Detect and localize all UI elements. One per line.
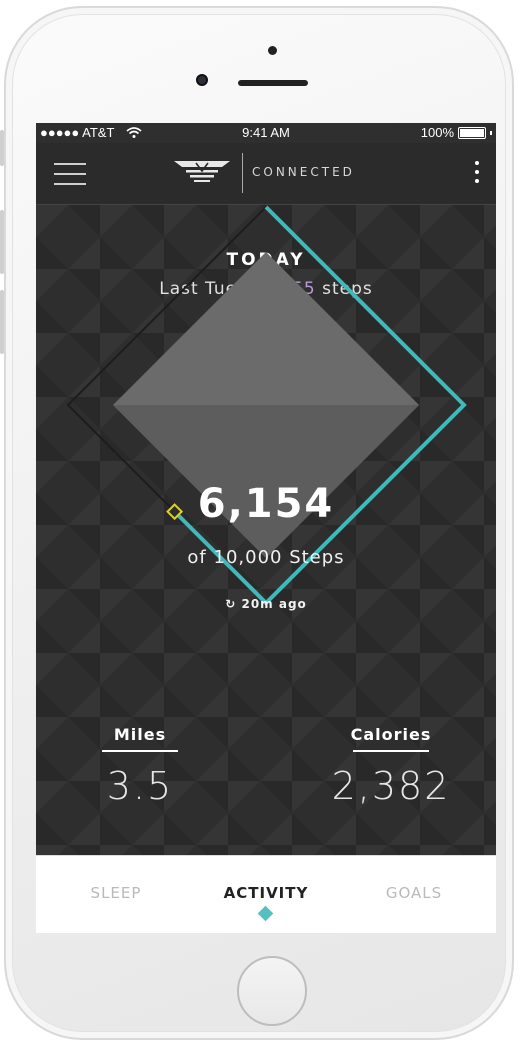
tab-goals[interactable]: GOALS bbox=[354, 884, 474, 902]
calories-label: Calories bbox=[350, 725, 432, 744]
battery-percent: 100% bbox=[420, 125, 454, 140]
battery-icon bbox=[458, 126, 486, 139]
menu-icon[interactable] bbox=[54, 163, 86, 185]
volume-up-button bbox=[0, 210, 4, 274]
activity-dashboard: TODAY Last Tue: 11,455 steps 6,154 of 10… bbox=[36, 205, 496, 855]
earpiece-speaker bbox=[238, 80, 308, 86]
miles-label: Miles bbox=[113, 725, 167, 744]
tab-sleep[interactable]: SLEEP bbox=[56, 884, 176, 902]
steps-count: 6,154 bbox=[197, 481, 335, 527]
last-sync: ↻ 20m ago bbox=[36, 597, 496, 611]
miles-value: 3.5 bbox=[106, 764, 174, 808]
sync-icon: ↻ bbox=[225, 597, 237, 611]
more-options-icon[interactable] bbox=[474, 161, 480, 187]
mute-switch bbox=[0, 130, 4, 166]
nav-bar: CONNECTED bbox=[36, 143, 496, 205]
bottom-tab-bar: SLEEP ACTIVITY GOALS bbox=[36, 855, 496, 933]
brand-name: CONNECTED bbox=[252, 165, 355, 179]
volume-down-button bbox=[0, 290, 4, 354]
calories-value: 2,382 bbox=[331, 764, 451, 808]
brand-logo-icon bbox=[174, 161, 230, 182]
status-bar: ●●●●● AT&T 9:41 AM 100% bbox=[36, 123, 496, 143]
front-camera bbox=[196, 74, 208, 86]
proximity-sensor bbox=[268, 46, 277, 55]
battery-indicator: 100% bbox=[421, 125, 492, 140]
app-screen: ●●●●● AT&T 9:41 AM 100% CONNECTED Last T… bbox=[36, 123, 496, 933]
home-button[interactable] bbox=[237, 956, 307, 1026]
tab-activity[interactable]: ACTIVITY bbox=[206, 884, 326, 902]
miles-stat: Miles 3.5 bbox=[80, 725, 200, 808]
calories-underline bbox=[353, 750, 429, 752]
active-tab-indicator bbox=[257, 905, 274, 922]
brand-divider bbox=[242, 153, 243, 193]
steps-goal: of 10,000 Steps bbox=[187, 547, 345, 568]
miles-underline bbox=[102, 750, 178, 752]
calories-stat: Calories 2,382 bbox=[330, 725, 452, 808]
sync-time: 20m ago bbox=[241, 597, 307, 611]
